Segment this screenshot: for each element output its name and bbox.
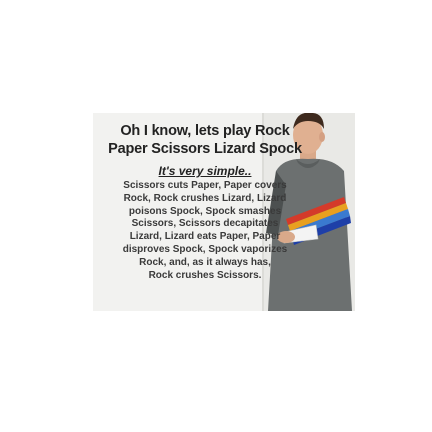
heading-line: Oh I know, lets play Rock — [120, 123, 290, 139]
rules-line: Rock crushes Scissors. — [148, 269, 262, 281]
meme-canvas: Oh I know, lets play Rock Paper Scissors… — [0, 0, 432, 432]
rules-line: Scissors, Scissors decapitates — [131, 218, 279, 230]
heading-line: Paper Scissors Lizard Spock — [108, 141, 302, 157]
rules-line: disproves Spock, Spock vaporizes — [122, 243, 288, 255]
meme-text-block: Oh I know, lets play Rock Paper Scissors… — [93, 122, 317, 282]
rules-line: Rock, and, as it always has, — [139, 256, 271, 268]
rules-text: Scissors cuts Paper, Paper covers Rock, … — [93, 180, 317, 282]
tagline: It's very simple.. — [158, 164, 252, 178]
rules-line: Rock, Rock crushes Lizard, Lizard — [123, 192, 287, 204]
rules-line: Lizard, Lizard eats Paper, Paper — [129, 231, 281, 243]
rules-line: Scissors cuts Paper, Paper covers — [123, 180, 287, 191]
ear — [319, 132, 325, 142]
heading: Oh I know, lets play Rock Paper Scissors… — [93, 122, 317, 158]
rules-line: poisons Spock, Spock smashes — [128, 205, 282, 217]
